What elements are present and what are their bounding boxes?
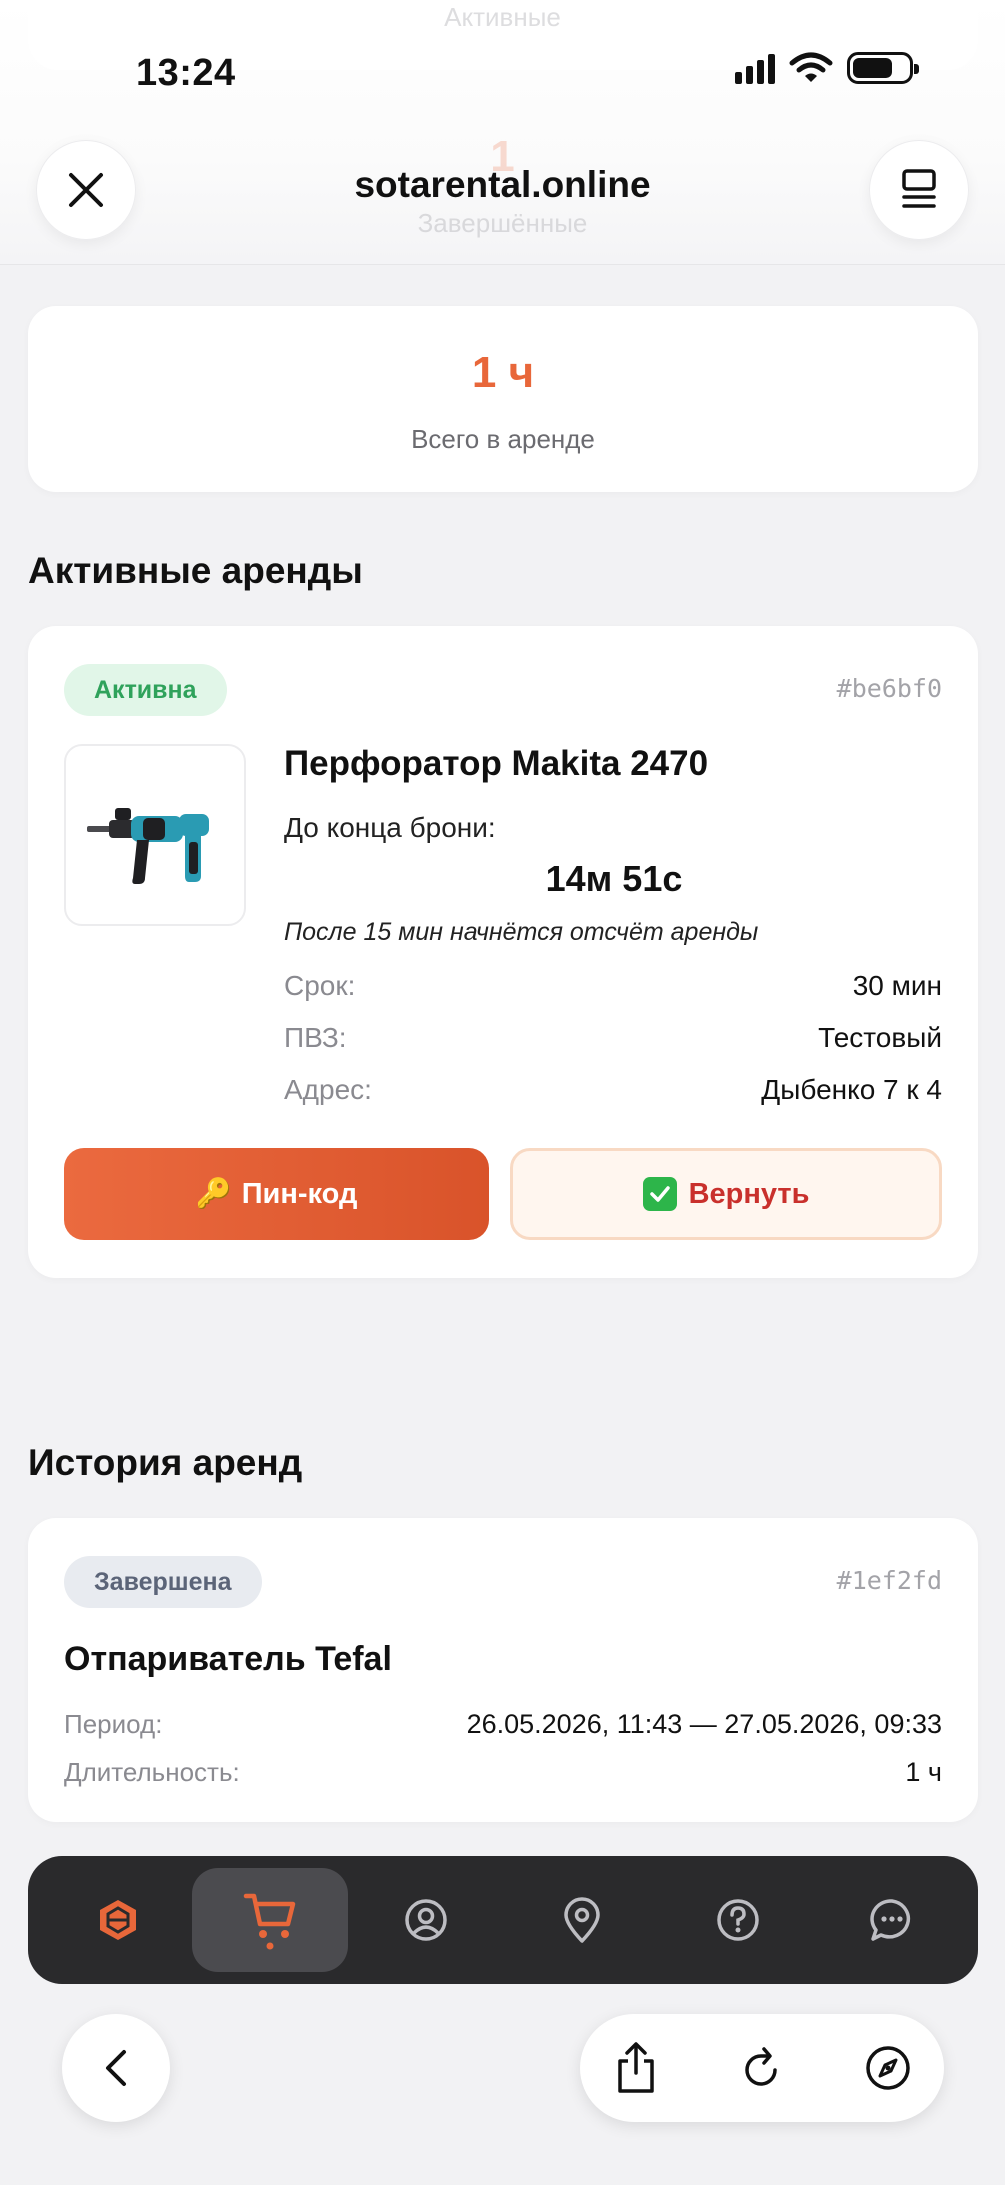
- cellular-signal-icon: [735, 52, 775, 84]
- detail-label: Адрес:: [284, 1074, 372, 1105]
- battery-icon: [847, 52, 919, 84]
- product-name: Перфоратор Makita 2470: [284, 744, 709, 783]
- tabs-button[interactable]: [869, 140, 969, 240]
- total-rental-label: Всего в аренде: [411, 424, 595, 454]
- detail-value: 30 мин: [852, 970, 942, 1001]
- duration-value: 1 ч: [905, 1756, 942, 1787]
- period-value: 26.05.2026, 11:43 — 27.05.2026, 09:33: [466, 1708, 942, 1739]
- page: Активные 1 Завершённые 13:24 sotarental.…: [0, 0, 1005, 2185]
- duration-row: Длительность: 1 ч: [64, 1752, 942, 1792]
- nav-chat[interactable]: [814, 1868, 970, 1972]
- key-icon: 🔑: [195, 1178, 232, 1210]
- browser-top-bar: Активные 1 Завершённые 13:24 sotarental.…: [0, 0, 1005, 265]
- countdown-timer: 14м 51с: [545, 858, 683, 899]
- check-mark-icon: [642, 1177, 677, 1211]
- detail-label: ПВЗ:: [284, 1022, 347, 1053]
- total-rental-card: 1 ч Всего в аренде: [28, 306, 978, 492]
- active-rental-card: Активна #be6bf0 Перфоратор Makita 2470 Д…: [28, 626, 978, 1278]
- product-image: [64, 744, 246, 926]
- booking-ends-label: До конца брони:: [284, 812, 496, 843]
- compass-icon: [866, 2046, 910, 2090]
- return-label: Вернуть: [688, 1177, 810, 1210]
- nav-home[interactable]: [40, 1868, 196, 1972]
- help-icon: [717, 1899, 759, 1941]
- safari-button[interactable]: [848, 2028, 928, 2108]
- browser-back-button[interactable]: [62, 2014, 170, 2122]
- rental-history-heading: История аренд: [28, 1442, 303, 1483]
- nav-help[interactable]: [660, 1868, 816, 1972]
- share-button[interactable]: [596, 2028, 676, 2108]
- status-icons: [735, 52, 919, 84]
- rental-start-note: После 15 мин начнётся отсчёт аренды: [284, 918, 759, 946]
- rotary-hammer-image: [87, 808, 209, 884]
- nav-profile[interactable]: [348, 1868, 504, 1972]
- duration-label: Длительность:: [64, 1756, 240, 1787]
- wifi-icon: [789, 52, 833, 82]
- product-name: Отпариватель Tefal: [64, 1640, 392, 1678]
- cart-icon: [243, 1893, 296, 1950]
- logo-icon: [100, 1900, 136, 1940]
- reload-button[interactable]: [722, 2028, 802, 2108]
- reload-icon: [745, 2047, 777, 2086]
- location-icon: [564, 1897, 600, 1943]
- status-time: 13:24: [136, 52, 236, 94]
- detail-value: Тестовый: [818, 1022, 942, 1053]
- detail-label: Срок:: [284, 970, 356, 1001]
- detail-value: Дыбенко 7 к 4: [761, 1074, 942, 1105]
- order-id: #be6bf0: [836, 674, 942, 703]
- detail-row-pickup-point: ПВЗ: Тестовый: [284, 1018, 942, 1058]
- url-label[interactable]: sotarental.online: [0, 164, 1005, 206]
- nav-cart[interactable]: [192, 1868, 348, 1972]
- return-button[interactable]: Вернуть: [510, 1148, 942, 1240]
- detail-row-term: Срок: 30 мин: [284, 966, 942, 1006]
- chevron-left-icon: [106, 2050, 126, 2086]
- ghost-text-top: Активные: [444, 2, 561, 32]
- pin-code-button[interactable]: 🔑 Пин-код: [64, 1148, 489, 1240]
- nav-locations[interactable]: [504, 1868, 660, 1972]
- status-badge: Завершена: [64, 1556, 262, 1608]
- active-rentals-heading: Активные аренды: [28, 550, 363, 591]
- share-icon: [618, 2042, 654, 2093]
- ghost-label: Завершённые: [417, 208, 588, 238]
- history-rental-card: Завершена #1ef2fd Отпариватель Tefal Пер…: [28, 1518, 978, 1822]
- status-badge: Активна: [64, 664, 227, 716]
- profile-icon: [405, 1899, 447, 1941]
- order-id: #1ef2fd: [836, 1566, 942, 1595]
- bottom-nav: [28, 1856, 978, 1984]
- total-rental-value: 1 ч: [471, 348, 535, 397]
- browser-toolbar: [580, 2014, 944, 2122]
- pin-code-label: Пин-код: [241, 1177, 358, 1210]
- detail-row-address: Адрес: Дыбенко 7 к 4: [284, 1070, 942, 1110]
- chat-icon: [870, 1899, 911, 1941]
- period-label: Период:: [64, 1708, 163, 1739]
- period-row: Период: 26.05.2026, 11:43 — 27.05.2026, …: [64, 1704, 942, 1744]
- tab-overview-icon: [902, 169, 936, 208]
